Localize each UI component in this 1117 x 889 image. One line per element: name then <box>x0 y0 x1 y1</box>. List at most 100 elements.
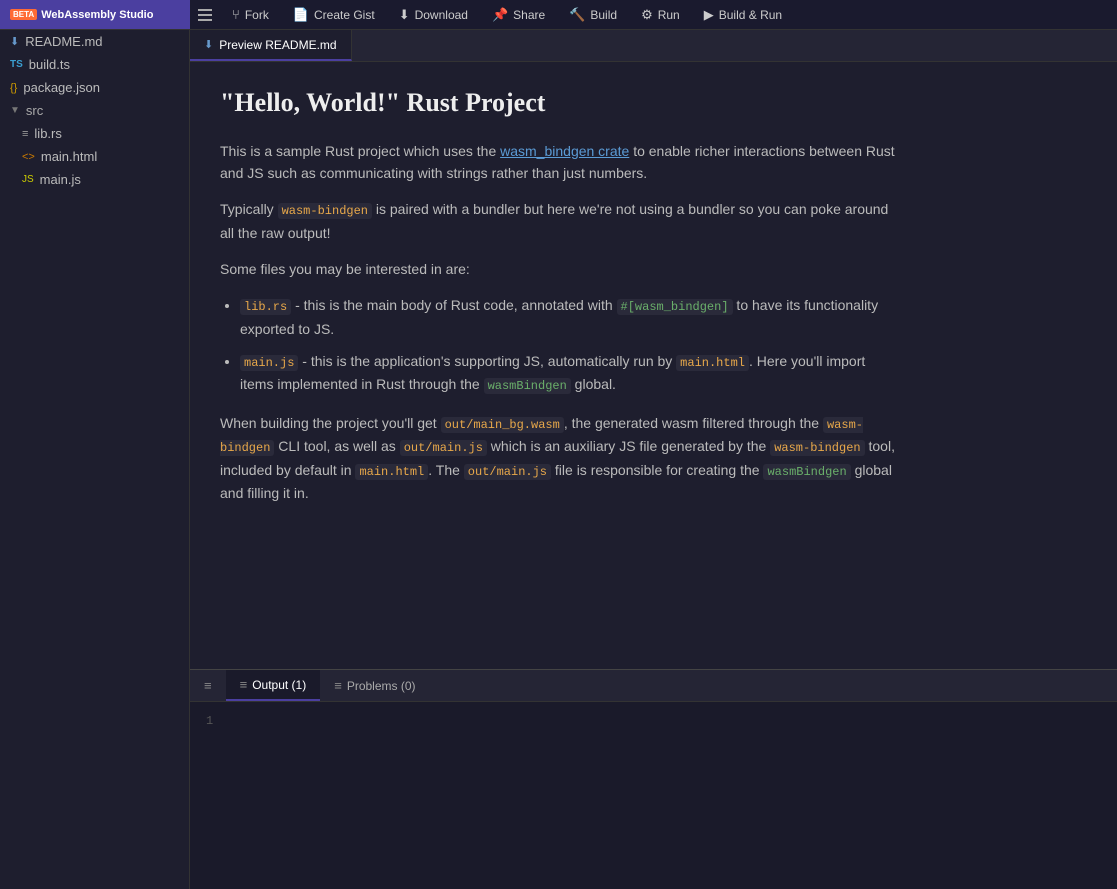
sidebar: ⬇ README.md TS build.ts {} package.json … <box>0 30 190 889</box>
build-button[interactable]: 🔨 Build <box>557 0 629 29</box>
sidebar-folder-name: src <box>26 103 43 118</box>
wasm-bindgen-code: wasm-bindgen <box>278 203 372 219</box>
main-js-code: main.js <box>240 355 298 371</box>
hamburger-icon <box>198 9 212 21</box>
p4-text1: , the generated wasm filtered through th… <box>564 415 823 431</box>
build-run-label: Build & Run <box>719 8 782 22</box>
preview-p1-before: This is a sample Rust project which uses… <box>220 143 500 159</box>
preview-content: "Hello, World!" Rust Project This is a s… <box>220 82 900 504</box>
fork-button[interactable]: ⑂ Fork <box>220 0 281 29</box>
download-label: Download <box>415 8 468 22</box>
main-area: ⬇ README.md TS build.ts {} package.json … <box>0 30 1117 889</box>
beta-badge: BETA <box>10 9 37 20</box>
toolbar: BETA WebAssembly Studio ⑂ Fork 📄 Create … <box>0 0 1117 30</box>
line-number-1: 1 <box>206 710 1101 732</box>
bullet2-text1: - this is the application's supporting J… <box>298 353 676 369</box>
sidebar-item-lib-rs[interactable]: ≡ lib.rs <box>0 122 189 145</box>
sidebar-file-name: main.html <box>41 149 97 164</box>
preview-p4: When building the project you'll get out… <box>220 412 900 504</box>
sidebar-file-name: main.js <box>40 172 81 187</box>
sidebar-file-name: package.json <box>23 80 100 95</box>
create-gist-button[interactable]: 📄 Create Gist <box>281 0 387 29</box>
preview-list: lib.rs - this is the main body of Rust c… <box>240 294 900 396</box>
preview-list-item-2: main.js - this is the application's supp… <box>240 350 900 396</box>
output-icon: ≡ <box>240 677 248 692</box>
main-html-code: main.html <box>676 355 749 371</box>
download-icon: ⬇ <box>399 7 410 23</box>
typescript-icon: TS <box>10 59 23 70</box>
bottom-menu-icon: ≡ <box>204 678 212 693</box>
sidebar-file-name: lib.rs <box>34 126 61 141</box>
editor-container: "Hello, World!" Rust Project This is a s… <box>190 62 1117 669</box>
menu-button[interactable] <box>190 0 220 30</box>
tab-label: Preview README.md <box>219 38 336 52</box>
run-icon: ⚙ <box>641 7 653 23</box>
share-button[interactable]: 📌 Share <box>480 0 557 29</box>
bottom-panel: ≡ ≡ Output (1) ≡ Problems (0) 1 <box>190 669 1117 889</box>
lib-rs-code: lib.rs <box>240 299 291 315</box>
share-icon: 📌 <box>492 7 508 23</box>
folder-arrow-icon: ▼ <box>10 105 20 116</box>
p4-before: When building the project you'll get <box>220 415 441 431</box>
markdown-icon: ⬇ <box>10 35 19 48</box>
run-button[interactable]: ⚙ Run <box>629 0 692 29</box>
out-main-bg-wasm: out/main_bg.wasm <box>441 417 564 433</box>
gist-icon: 📄 <box>293 7 309 23</box>
out-main-js: out/main.js <box>400 440 487 456</box>
run-label: Run <box>658 8 680 22</box>
app-name: WebAssembly Studio <box>41 9 153 21</box>
sidebar-item-build-ts[interactable]: TS build.ts <box>0 53 189 76</box>
preview-p2-before: Typically <box>220 201 278 217</box>
bottom-tab-bar: ≡ ≡ Output (1) ≡ Problems (0) <box>190 670 1117 702</box>
fork-label: Fork <box>245 8 269 22</box>
json-icon: {} <box>10 82 17 94</box>
bottom-content: 1 <box>190 702 1117 889</box>
build-icon: 🔨 <box>569 7 585 23</box>
build-label: Build <box>590 8 617 22</box>
app-logo: BETA WebAssembly Studio <box>0 0 190 29</box>
tab-problems[interactable]: ≡ Problems (0) <box>320 670 429 701</box>
preview-p3: Some files you may be interested in are: <box>220 258 900 280</box>
sidebar-item-main-js[interactable]: JS main.js <box>0 168 189 191</box>
share-label: Share <box>513 8 545 22</box>
download-button[interactable]: ⬇ Download <box>387 0 480 29</box>
javascript-icon: JS <box>22 174 34 185</box>
sidebar-file-name: README.md <box>25 34 102 49</box>
bullet2-text3: global. <box>571 376 616 392</box>
problems-icon: ≡ <box>334 678 342 693</box>
wasm-bindgen-attr-code: #[wasm_bindgen] <box>617 299 733 315</box>
bullet1-text1: - this is the main body of Rust code, an… <box>291 297 616 313</box>
tab-md-icon: ⬇ <box>204 38 213 51</box>
preview-title: "Hello, World!" Rust Project <box>220 82 900 124</box>
tab-output[interactable]: ≡ Output (1) <box>226 670 321 701</box>
preview-list-item-1: lib.rs - this is the main body of Rust c… <box>240 294 900 340</box>
p4-text3: which is an auxiliary JS file generated … <box>487 438 770 454</box>
tab-preview-readme[interactable]: ⬇ Preview README.md <box>190 30 352 61</box>
fork-icon: ⑂ <box>232 7 240 22</box>
content-area: ⬇ Preview README.md "Hello, World!" Rust… <box>190 30 1117 889</box>
p4-text6: file is responsible for creating the <box>551 462 763 478</box>
p4-text2: CLI tool, as well as <box>274 438 399 454</box>
rust-icon: ≡ <box>22 128 28 140</box>
wasm-bindgen-global-code: wasmBindgen <box>484 378 571 394</box>
bottom-tab-menu[interactable]: ≡ <box>190 670 226 701</box>
gist-label: Create Gist <box>314 8 375 22</box>
tab-bar: ⬇ Preview README.md <box>190 30 1117 62</box>
sidebar-item-readme[interactable]: ⬇ README.md <box>0 30 189 53</box>
tab-problems-label: Problems (0) <box>347 679 416 693</box>
wasm-bindgen-link[interactable]: wasm_bindgen crate <box>500 143 629 159</box>
sidebar-item-main-html[interactable]: <> main.html <box>0 145 189 168</box>
build-run-button[interactable]: ▶ Build & Run <box>692 0 794 29</box>
tab-output-label: Output (1) <box>252 678 306 692</box>
preview-p1: This is a sample Rust project which uses… <box>220 140 900 185</box>
wasm-bindgen-tool: wasm-bindgen <box>770 440 864 456</box>
html-icon: <> <box>22 151 35 163</box>
preview-p2: Typically wasm-bindgen is paired with a … <box>220 198 900 244</box>
sidebar-item-src-folder[interactable]: ▼ src <box>0 99 189 122</box>
sidebar-item-package-json[interactable]: {} package.json <box>0 76 189 99</box>
out-main-js-2: out/main.js <box>464 464 551 480</box>
sidebar-file-name: build.ts <box>29 57 70 72</box>
wasm-bindgen-global2: wasmBindgen <box>763 464 850 480</box>
p4-text5: . The <box>428 462 464 478</box>
main-html-ref: main.html <box>355 464 428 480</box>
